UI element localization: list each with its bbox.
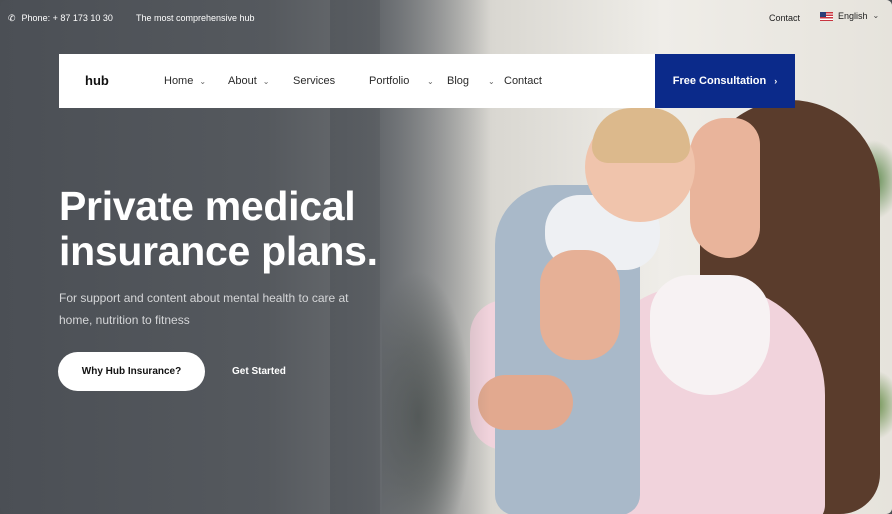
- mother-hand: [478, 375, 573, 430]
- why-hub-button[interactable]: Why Hub Insurance?: [58, 352, 205, 391]
- tagline: The most comprehensive hub: [136, 13, 255, 23]
- mother-hand: [540, 250, 620, 360]
- chevron-down-icon: ⌄: [427, 77, 434, 86]
- main-navbar: hub Home ⌄ About ⌄ Services Portfolio ⌄ …: [59, 54, 795, 108]
- free-consultation-button[interactable]: Free Consultation ›: [655, 54, 795, 108]
- nav-item-home[interactable]: Home ⌄: [164, 75, 206, 87]
- nav-item-label: Services: [293, 75, 336, 87]
- hero-title-line: Private medical: [59, 183, 356, 229]
- chevron-down-icon: ⌄: [872, 10, 880, 20]
- nav-item-blog[interactable]: Blog: [447, 75, 469, 87]
- hero-subtitle: For support and content about mental hea…: [59, 291, 349, 327]
- nav-item-portfolio[interactable]: Portfolio: [369, 75, 409, 87]
- top-bar: ✆ Phone: + 87 173 10 30 The most compreh…: [0, 0, 892, 36]
- baby-hair: [592, 108, 690, 163]
- language-label: English: [838, 11, 868, 21]
- mother-face: [690, 118, 760, 258]
- phone-contact[interactable]: ✆ Phone: + 87 173 10 30: [8, 13, 113, 23]
- phone-icon: ✆: [8, 12, 16, 23]
- cta-label: Free Consultation: [672, 75, 767, 87]
- phone-number: Phone: + 87 173 10 30: [21, 13, 113, 23]
- nav-item-services[interactable]: Services: [293, 75, 335, 87]
- nav-item-label: Portfolio: [369, 75, 410, 87]
- nav-item-about[interactable]: About ⌄: [228, 75, 269, 87]
- mother-shirt: [650, 275, 770, 395]
- get-started-link[interactable]: Get Started: [232, 366, 286, 377]
- top-contact-link[interactable]: Contact: [769, 13, 800, 23]
- nav-item-label: About: [228, 75, 257, 87]
- chevron-down-icon: ⌄: [262, 76, 270, 86]
- chevron-down-icon: ⌄: [488, 77, 495, 86]
- hero-title: Private medical insurance plans.: [59, 184, 399, 274]
- chevron-right-icon: ›: [774, 76, 778, 86]
- hero-title-line: insurance plans.: [59, 228, 378, 274]
- logo[interactable]: hub: [85, 73, 109, 88]
- nav-item-label: Home: [164, 75, 194, 87]
- nav-item-label: Blog: [447, 75, 470, 87]
- language-selector[interactable]: English ⌄: [820, 11, 879, 21]
- nav-item-label: Contact: [504, 75, 542, 87]
- nav-item-contact[interactable]: Contact: [504, 75, 542, 87]
- chevron-down-icon: ⌄: [199, 76, 207, 86]
- us-flag-icon: [820, 11, 833, 21]
